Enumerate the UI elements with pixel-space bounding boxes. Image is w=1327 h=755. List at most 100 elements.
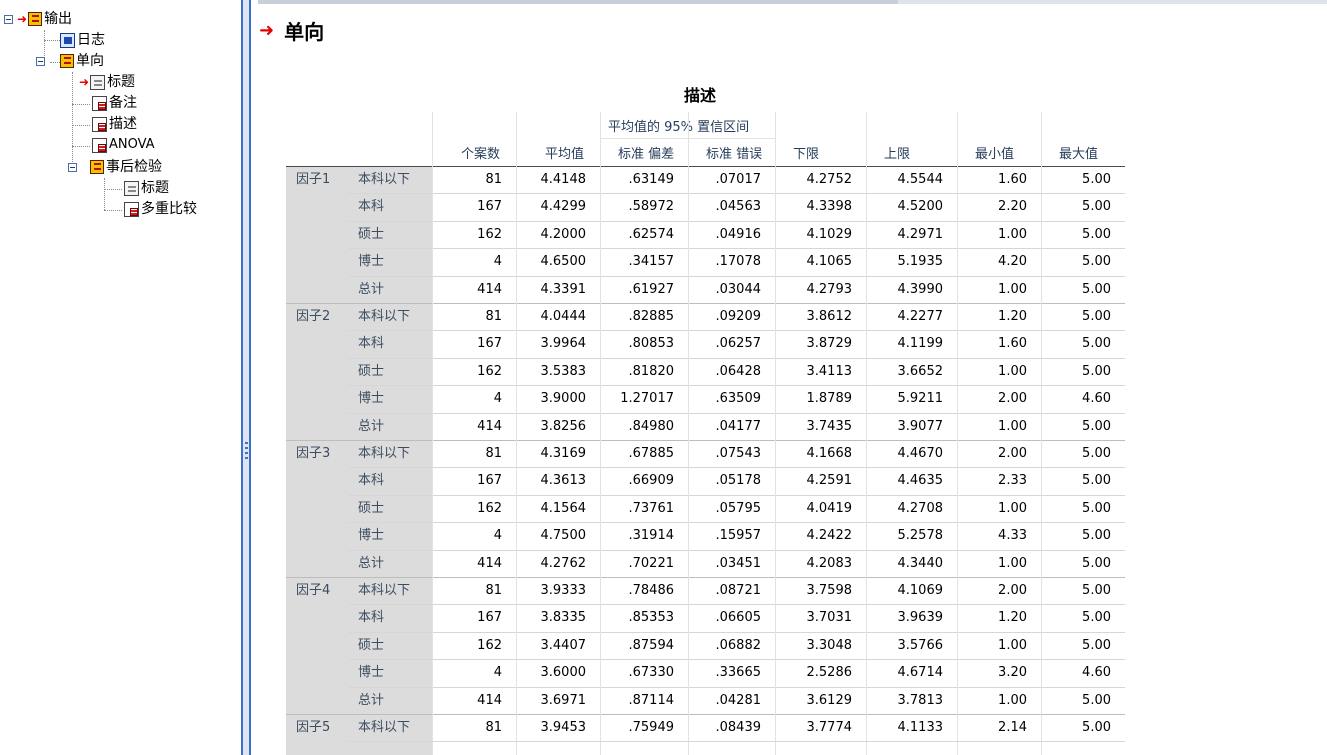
outline-pane: ➜ 输出 日志 单向 ➜ 标题 备注 描述 ANOVA 事后检验 标题 多重比较 (0, 0, 241, 755)
tree-item-multiple-comparisons[interactable]: 多重比较 (124, 199, 197, 219)
tree-item-posthoc-title[interactable]: 标题 (124, 178, 169, 198)
table-cell: 81 (485, 446, 502, 461)
table-cell: 3.8612 (806, 309, 853, 324)
tree-line (72, 72, 73, 168)
table-cell: 5.1935 (897, 254, 944, 270)
table-cell: 1.00 (998, 363, 1027, 379)
column-separator (600, 166, 601, 755)
table-cell: 1.20 (998, 610, 1027, 626)
table-cell: .58972 (628, 199, 675, 215)
tree-line (44, 40, 60, 41)
table-cell: 414 (477, 555, 502, 571)
table-cell: 3.9639 (897, 610, 944, 626)
row-label: 博士 (358, 528, 385, 544)
column-separator (432, 166, 433, 755)
table-cell: .73761 (628, 500, 675, 516)
table-icon (124, 201, 139, 217)
table-cell: 1.8789 (806, 391, 853, 407)
pane-splitter[interactable] (241, 0, 251, 755)
column-header: 个案数 (460, 147, 500, 162)
table-cell: 4.4148 (540, 172, 587, 187)
table-cell: 3.5383 (540, 363, 587, 379)
tree-item-oneway[interactable]: 单向 (36, 51, 104, 71)
table-cell: 4 (493, 391, 502, 407)
table-cell: 4.6714 (897, 665, 944, 681)
table-cell: 3.9000 (540, 391, 587, 407)
row-label: 本科以下 (358, 309, 411, 324)
group-label: 因子3 (296, 446, 331, 461)
table-cell: 3.9964 (540, 336, 587, 352)
table-cell: 4.4670 (897, 446, 944, 461)
table-cell: .08721 (715, 583, 762, 598)
table-cell: 3.20 (998, 665, 1027, 681)
table-cell: .33665 (715, 665, 762, 681)
table-cell: 4.0444 (540, 309, 587, 324)
table-cell: 5.00 (1082, 309, 1111, 324)
column-separator (688, 166, 689, 755)
table-cell: 5.00 (1082, 473, 1111, 489)
table-cell: 1.00 (998, 418, 1027, 434)
header-separator (957, 112, 958, 166)
table-cell: 4.60 (1082, 391, 1111, 407)
title-doc-icon (124, 180, 139, 196)
row-label: 本科以下 (358, 720, 411, 735)
tree-item-posthoc[interactable]: 事后检验 (68, 157, 162, 177)
row-label: 本科以下 (358, 583, 411, 598)
tree-item-label: 描述 (109, 116, 137, 132)
group-label: 因子5 (296, 720, 331, 735)
table-cell: 3.5766 (897, 637, 944, 653)
table-cell: 1.60 (998, 172, 1027, 187)
tree-item-log[interactable]: 日志 (60, 30, 105, 50)
table-cell: 162 (477, 637, 502, 653)
table-cell: .04281 (715, 692, 762, 708)
table-cell: .07543 (715, 446, 762, 461)
table-cell: 5.00 (1082, 226, 1111, 242)
tree-item-title[interactable]: ➜ 标题 (78, 72, 135, 92)
table-cell: .34157 (628, 254, 675, 270)
splitter-grip-icon[interactable] (245, 442, 248, 460)
table-cell: 3.3048 (806, 637, 853, 653)
collapse-toggle-icon[interactable] (4, 14, 13, 24)
table-cell: 5.00 (1082, 583, 1111, 598)
row-label: 总计 (358, 555, 385, 571)
table-cell: 4.1029 (806, 226, 853, 242)
table-cell: 4.6500 (540, 254, 587, 270)
table-cell: 414 (477, 692, 502, 708)
table-cell: 4.2422 (806, 528, 853, 544)
group-label: 因子2 (296, 309, 331, 324)
row-label: 本科 (358, 336, 385, 352)
table-cell: 4 (493, 665, 502, 681)
column-separator (957, 166, 958, 755)
tree-item-descriptives[interactable]: 描述 (92, 114, 137, 134)
table-cell: .80853 (628, 336, 675, 352)
table-cell: 5.00 (1082, 720, 1111, 735)
tree-item-notes[interactable]: 备注 (92, 93, 137, 113)
table-cell: 4.1065 (806, 254, 853, 270)
tree-item-anova[interactable]: ANOVA (92, 135, 155, 155)
output-content: ➜ 单向 描述 平均值的 95% 置信区间 个案数 平均值 标准 偏差 标准 错误 下限 上… (251, 4, 1327, 755)
table-cell: .63149 (628, 172, 675, 187)
tree-line (72, 146, 90, 147)
row-label: 本科 (358, 473, 385, 489)
table-cell: .70221 (628, 555, 675, 571)
tree-item-label: 多重比较 (141, 201, 197, 217)
table-cell: 5.00 (1082, 528, 1111, 544)
table-cell: .85353 (628, 610, 675, 626)
table-cell: .08439 (715, 720, 762, 735)
header-separator (775, 112, 776, 166)
table-cell: 3.6000 (540, 665, 587, 681)
header-separator (516, 112, 517, 166)
table-cell: 1.27017 (620, 391, 674, 407)
table-cell: 5.2578 (897, 528, 944, 544)
row-label: 总计 (358, 692, 385, 708)
table-cell: 5.00 (1082, 637, 1111, 653)
table-cell: 81 (485, 172, 502, 187)
collapse-toggle-icon[interactable] (36, 56, 45, 66)
table-cell: 5.00 (1082, 446, 1111, 461)
collapse-toggle-icon[interactable] (68, 162, 77, 172)
table-cell: 5.00 (1082, 500, 1111, 516)
tree-item-output[interactable]: ➜ 输出 (4, 9, 72, 29)
row-label: 博士 (358, 391, 385, 407)
table-cell: .84980 (628, 418, 675, 434)
column-header: 平均值 (544, 147, 584, 162)
